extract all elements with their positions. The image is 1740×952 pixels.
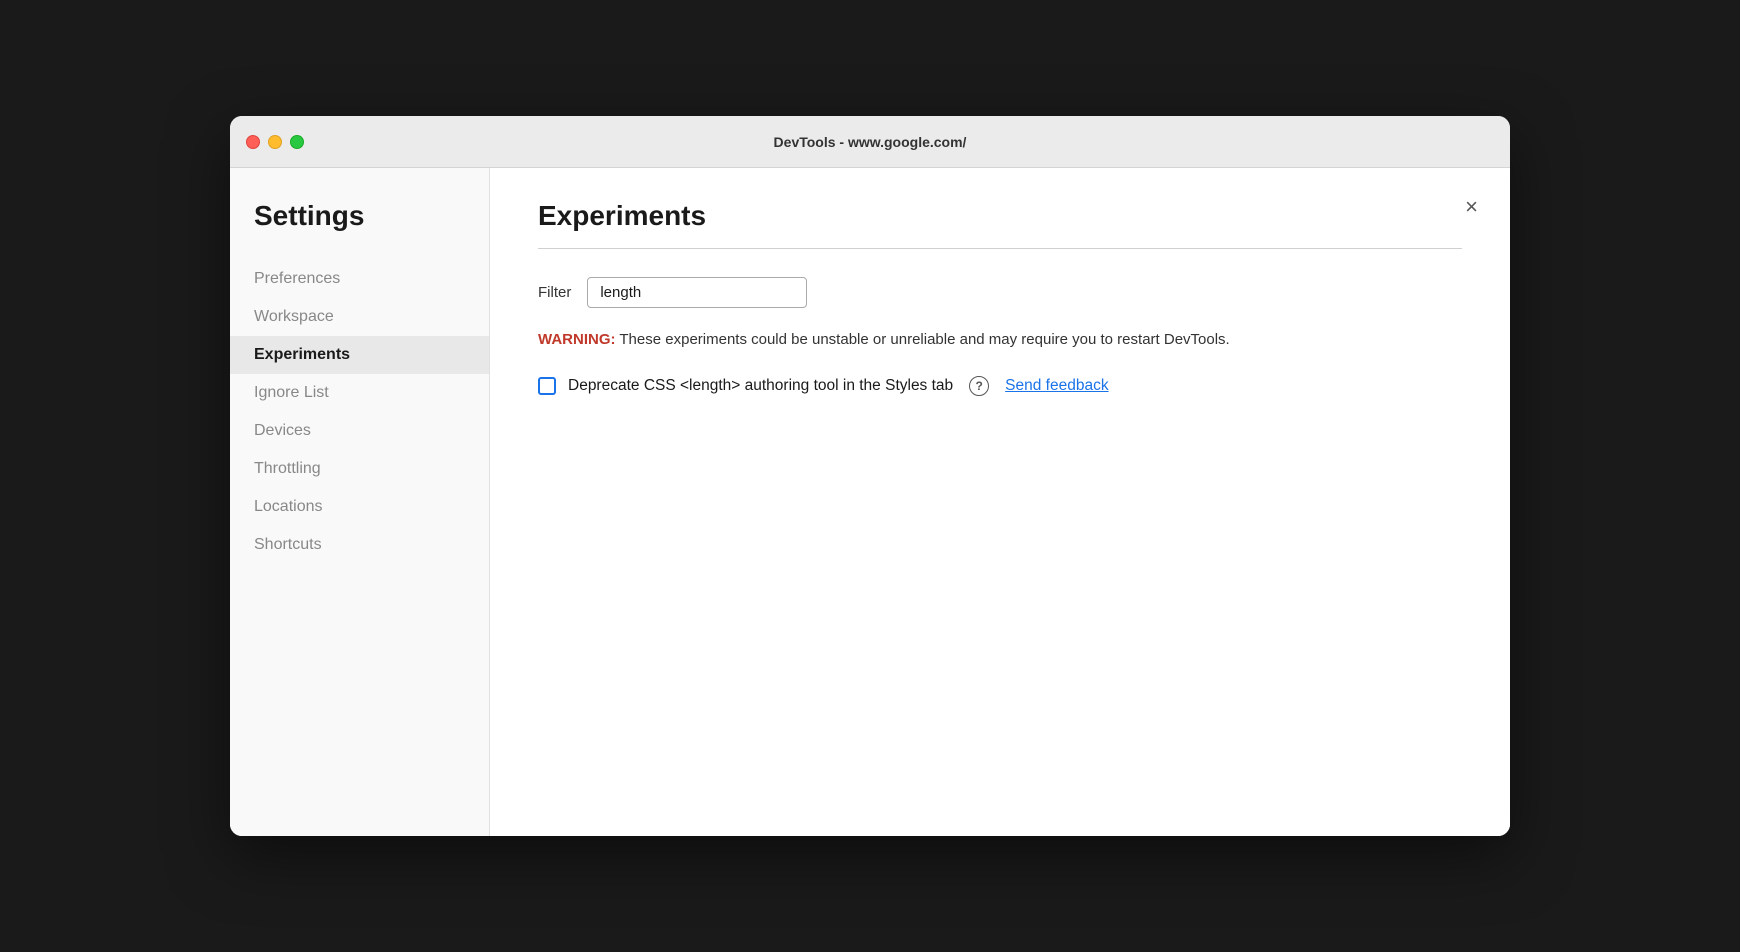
experiment-row: Deprecate CSS <length> authoring tool in…: [538, 376, 1462, 396]
help-icon[interactable]: ?: [969, 376, 989, 396]
sidebar-item-shortcuts[interactable]: Shortcuts: [230, 526, 489, 564]
main-panel: Experiments × Filter WARNING: These expe…: [490, 168, 1510, 836]
send-feedback-link[interactable]: Send feedback: [1005, 377, 1108, 395]
warning-label: WARNING:: [538, 331, 616, 348]
warning-body: These experiments could be unstable or u…: [616, 331, 1230, 348]
filter-row: Filter: [538, 277, 1462, 308]
settings-heading: Settings: [230, 200, 489, 260]
panel-header: Experiments ×: [538, 200, 1462, 248]
window-title: DevTools - www.google.com/: [774, 134, 967, 150]
sidebar-item-locations[interactable]: Locations: [230, 488, 489, 526]
experiment-checkbox[interactable]: [538, 377, 556, 395]
panel-title: Experiments: [538, 200, 706, 232]
filter-input[interactable]: [587, 277, 807, 308]
sidebar-nav: Preferences Workspace Experiments Ignore…: [230, 260, 489, 564]
sidebar-item-workspace[interactable]: Workspace: [230, 298, 489, 336]
minimize-traffic-light[interactable]: [268, 135, 282, 149]
sidebar-item-ignore-list[interactable]: Ignore List: [230, 374, 489, 412]
close-traffic-light[interactable]: [246, 135, 260, 149]
titlebar: DevTools - www.google.com/: [230, 116, 1510, 168]
content-area: Settings Preferences Workspace Experimen…: [230, 168, 1510, 836]
filter-label: Filter: [538, 284, 571, 301]
warning-text: WARNING: These experiments could be unst…: [538, 328, 1462, 352]
close-button[interactable]: ×: [1457, 192, 1486, 222]
devtools-window: DevTools - www.google.com/ Settings Pref…: [230, 116, 1510, 836]
maximize-traffic-light[interactable]: [290, 135, 304, 149]
sidebar: Settings Preferences Workspace Experimen…: [230, 168, 490, 836]
sidebar-item-experiments[interactable]: Experiments: [230, 336, 489, 374]
panel-divider: [538, 248, 1462, 249]
sidebar-item-devices[interactable]: Devices: [230, 412, 489, 450]
traffic-lights: [246, 135, 304, 149]
sidebar-item-throttling[interactable]: Throttling: [230, 450, 489, 488]
sidebar-item-preferences[interactable]: Preferences: [230, 260, 489, 298]
experiment-label: Deprecate CSS <length> authoring tool in…: [568, 377, 953, 395]
